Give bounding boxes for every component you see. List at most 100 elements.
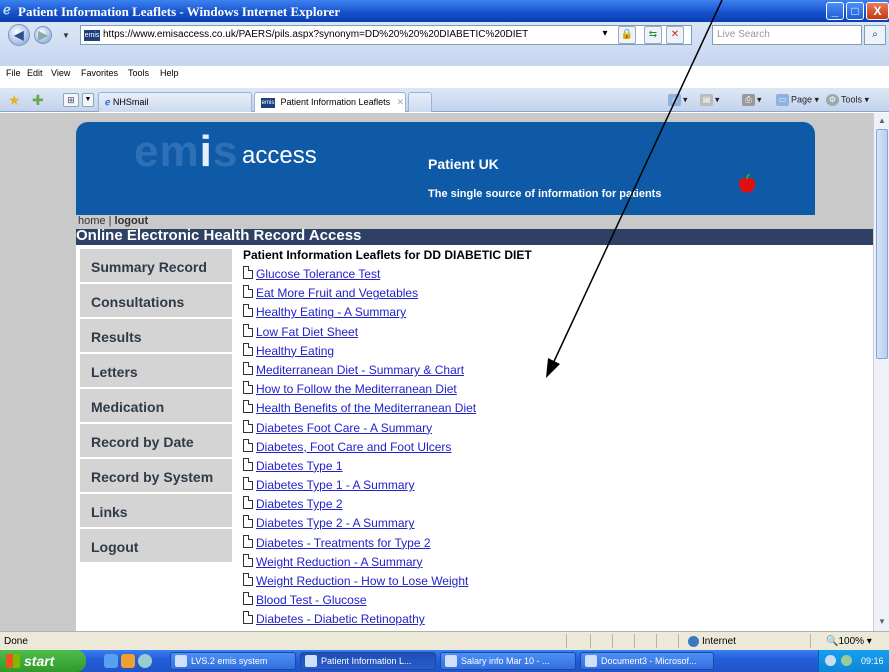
leaflet-link[interactable]: Diabetes Type 2 - A Summary [256, 516, 415, 530]
feeds-icon[interactable]: ▤ ▾ [700, 94, 720, 106]
zoom-level[interactable]: 🔍100% ▾ [826, 636, 872, 647]
print-icon[interactable]: ⎙ ▾ [742, 94, 762, 106]
forward-button[interactable]: ▶ [34, 26, 52, 44]
scroll-down-icon[interactable]: ▼ [876, 615, 888, 629]
leaflet-link[interactable]: Weight Reduction - How to Lose Weight [256, 574, 468, 588]
ie-icon [305, 655, 317, 667]
maximize-button[interactable]: □ [846, 2, 864, 20]
stop-icon[interactable]: ✕ [666, 26, 684, 44]
new-tab-button[interactable] [408, 92, 432, 112]
minimize-button[interactable]: _ [826, 2, 844, 20]
address-url[interactable]: https://www.emisaccess.co.uk/PAERS/pils.… [103, 29, 528, 40]
page-menu-button[interactable]: ▭ Page ▾ [776, 94, 819, 106]
logout-link[interactable]: logout [115, 215, 149, 227]
leaflet-link[interactable]: Mediterranean Diet - Summary & Chart [256, 363, 464, 377]
document-icon [243, 534, 253, 548]
add-favorites-icon[interactable]: ✚ [32, 92, 44, 109]
ie-quicklaunch-icon[interactable] [104, 654, 118, 668]
taskbar-item-patient-information[interactable]: Patient Information L... [300, 652, 436, 670]
status-divider [678, 634, 679, 648]
tab-list-dropdown-icon[interactable]: ▼ [82, 93, 94, 107]
close-tab-icon[interactable]: ✕ [397, 97, 405, 107]
leaflet-link[interactable]: Glucose Tolerance Test [256, 267, 380, 281]
nav-results[interactable]: Results [80, 319, 232, 352]
taskbar-item-salary-info[interactable]: Salary info Mar 10 - ... [440, 652, 576, 670]
leaflet-link[interactable]: Eat More Fruit and Vegetables [256, 286, 418, 300]
nav-consultations[interactable]: Consultations [80, 284, 232, 317]
leaflet-link[interactable]: Weight Reduction - A Summary [256, 555, 423, 569]
leaflet-link[interactable]: Diabetes - Diabetic Retinopathy [256, 612, 425, 626]
nav-letters[interactable]: Letters [80, 354, 232, 387]
start-button[interactable]: start [0, 650, 86, 672]
leaflet-link[interactable]: Diabetes Foot Care - A Summary [256, 421, 432, 435]
windows-taskbar: start LVS.2 emis system Patient Informat… [0, 650, 889, 672]
refresh-icon[interactable]: ⇆ [644, 26, 662, 44]
menu-tools[interactable]: Tools [128, 68, 149, 78]
taskbar-item-lvs-emis[interactable]: LVS.2 emis system [170, 652, 296, 670]
menu-favorites[interactable]: Favorites [81, 68, 118, 78]
window-title: Patient Information Leaflets - Windows I… [18, 4, 341, 19]
apple-icon [738, 174, 756, 193]
nav-medication[interactable]: Medication [80, 389, 232, 422]
leaflet-link[interactable]: Diabetes Type 2 [256, 497, 343, 511]
status-divider [656, 634, 657, 648]
leaflet-link[interactable]: Diabetes - Treatments for Type 2 [256, 536, 431, 550]
tab-nhsmail[interactable]: ℯ NHSmail [98, 92, 252, 112]
document-icon [243, 592, 253, 606]
leaflet-link[interactable]: Healthy Eating [256, 344, 334, 358]
tab-label: Patient Information Leaflets [280, 97, 391, 107]
leaflet-link[interactable]: How to Follow the Mediterranean Diet [256, 382, 457, 396]
security-zone[interactable]: Internet [688, 636, 736, 647]
leaflet-link[interactable]: Diabetes Type 1 - A Summary [256, 478, 415, 492]
leaflet-link[interactable]: Diabetes Type 1 [256, 459, 343, 473]
favorites-star-icon[interactable]: ★ [8, 92, 21, 109]
document-icon [243, 285, 253, 299]
leaflet-link[interactable]: Health Benefits of the Mediterranean Die… [256, 401, 476, 415]
tab-patient-information-leaflets[interactable]: emis Patient Information Leaflets ✕ [254, 92, 406, 112]
side-navigation: Summary Record Consultations Results Let… [80, 249, 232, 564]
section-title: Online Electronic Health Record Access [76, 229, 873, 245]
menu-help[interactable]: Help [160, 68, 179, 78]
lock-icon[interactable]: 🔒 [618, 26, 636, 44]
close-window-button[interactable]: X [866, 2, 889, 20]
leaflet-link[interactable]: Blood Test - Glucose [256, 593, 367, 607]
search-icon[interactable]: ⌕ [864, 25, 886, 45]
address-bar[interactable]: emis https://www.emisaccess.co.uk/PAERS/… [80, 25, 692, 45]
document-icon [243, 611, 253, 625]
nav-logout[interactable]: Logout [80, 529, 232, 562]
menu-view[interactable]: View [51, 68, 70, 78]
leaflet-link[interactable]: Healthy Eating - A Summary [256, 305, 406, 319]
nav-record-by-system[interactable]: Record by System [80, 459, 232, 492]
search-input[interactable]: Live Search [712, 25, 862, 45]
ie-page-icon: ℯ [105, 97, 111, 107]
tray-network-icon[interactable] [825, 655, 836, 666]
document-icon [243, 342, 253, 356]
window-titlebar: ℯ Patient Information Leaflets - Windows… [0, 0, 889, 22]
scroll-up-icon[interactable]: ▲ [876, 114, 888, 128]
word-icon [585, 655, 597, 667]
status-text: Done [4, 636, 28, 647]
nav-record-by-date[interactable]: Record by Date [80, 424, 232, 457]
menu-edit[interactable]: Edit [27, 68, 43, 78]
leaflet-link[interactable]: Low Fat Diet Sheet [256, 325, 358, 339]
nav-summary-record[interactable]: Summary Record [80, 249, 232, 282]
tray-security-icon[interactable] [841, 655, 852, 666]
tools-menu-button[interactable]: ⚙ Tools ▾ [826, 94, 869, 106]
system-tray: 09:16 [818, 650, 889, 672]
outlook-quicklaunch-icon[interactable] [121, 654, 135, 668]
taskbar-item-document3[interactable]: Document3 - Microsof... [580, 652, 714, 670]
leaflet-link[interactable]: Diabetes, Foot Care and Foot Ulcers [256, 440, 451, 454]
browser-quicklaunch-icon[interactable] [138, 654, 152, 668]
nav-links[interactable]: Links [80, 494, 232, 527]
menu-file[interactable]: File [6, 68, 21, 78]
back-button[interactable]: ◀ [8, 24, 30, 46]
home-icon[interactable]: ⌂ ▾ [668, 94, 688, 106]
quick-tabs-icon[interactable]: ⊞ [63, 93, 79, 107]
home-link[interactable]: home [78, 215, 106, 227]
document-icon [243, 496, 253, 510]
vertical-scrollbar[interactable]: ▲ ▼ [873, 113, 889, 631]
tab-label: NHSmail [112, 97, 149, 107]
scroll-thumb[interactable] [876, 129, 888, 359]
history-dropdown-icon[interactable]: ▼ [62, 31, 70, 40]
address-dropdown-icon[interactable]: ▾ [597, 26, 613, 44]
